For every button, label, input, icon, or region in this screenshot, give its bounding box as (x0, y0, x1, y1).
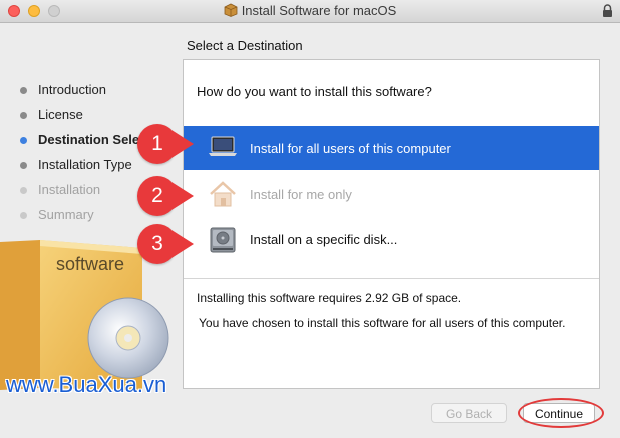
chosen-option-text: You have chosen to install this software… (199, 316, 566, 330)
window-title: Install Software for macOS (241, 3, 397, 18)
destination-panel: How do you want to install this software… (183, 59, 600, 389)
package-icon (224, 3, 238, 20)
option-me-only-label: Install for me only (250, 187, 352, 202)
installer-window: Install Software for macOS Select a Dest… (0, 0, 620, 438)
option-specific-disk[interactable]: Install on a specific disk... (184, 217, 599, 261)
continue-highlight-ring (518, 398, 604, 428)
divider (184, 278, 599, 279)
annotation-arrow-1 (172, 130, 194, 158)
watermark: www.BuaXua.vn (6, 372, 167, 397)
section-title: Select a Destination (187, 38, 303, 53)
option-me-only[interactable]: Install for me only (184, 172, 599, 216)
annotation-badge-1: 1 (137, 124, 177, 164)
step-bullet (20, 162, 27, 169)
software-box-label: software (56, 254, 124, 274)
install-question: How do you want to install this software… (197, 84, 432, 99)
step-bullet (20, 187, 27, 194)
step-bullet (20, 212, 27, 219)
step-introduction: Introduction (20, 82, 182, 107)
annotation-badge-2: 2 (137, 176, 177, 216)
step-bullet (20, 87, 27, 94)
annotation-badge-3: 3 (137, 224, 177, 264)
option-specific-disk-label: Install on a specific disk... (250, 232, 398, 247)
option-all-users[interactable]: Install for all users of this computer (184, 126, 599, 170)
step-bullet (20, 137, 27, 144)
laptop-icon (208, 134, 238, 163)
lock-icon (602, 4, 613, 22)
home-icon (208, 180, 238, 211)
go-back-button[interactable]: Go Back (431, 403, 507, 423)
disk-icon (208, 225, 238, 258)
space-requirement-text: Installing this software requires 2.92 G… (197, 291, 462, 305)
annotation-arrow-3 (172, 230, 194, 258)
annotation-arrow-2 (172, 182, 194, 210)
step-bullet (20, 112, 27, 119)
title-bar: Install Software for macOS (0, 0, 620, 23)
option-all-users-label: Install for all users of this computer (250, 141, 451, 156)
